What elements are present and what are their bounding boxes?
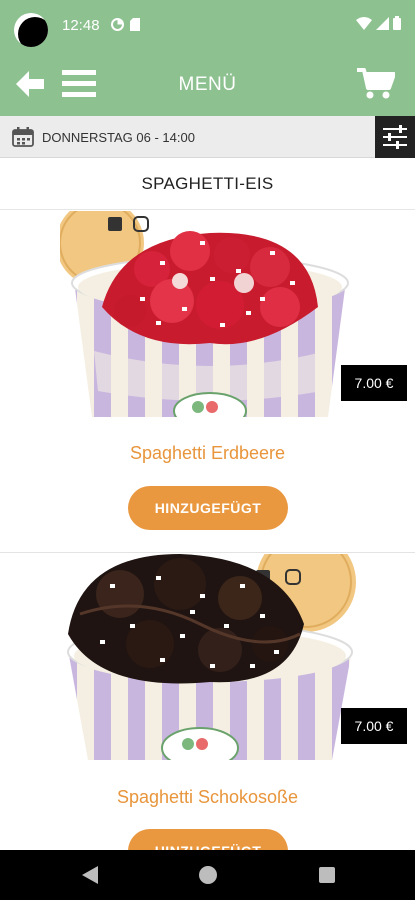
category-title: SPAGHETTI-EIS (0, 158, 415, 210)
product-card: 7.00 € Spaghetti Erdbeere HINZUGEFÜGT (0, 211, 415, 553)
data-saver-icon (111, 18, 124, 31)
shopping-cart-icon (357, 68, 396, 99)
battery-icon (393, 16, 401, 30)
ice-cream-cup-image (60, 211, 349, 417)
added-to-cart-button[interactable]: HINZUGEFÜGT (128, 486, 288, 530)
status-notification-icons (111, 18, 140, 31)
calendar-icon (12, 127, 34, 147)
app-bar: MENÜ (0, 50, 415, 116)
status-time: 12:48 (62, 17, 100, 34)
price-badge: 7.00 € (341, 365, 407, 401)
sd-card-icon (130, 18, 140, 31)
product-card: 7.00 € Spaghetti Schokosoße HINZUGEFÜGT (0, 554, 415, 850)
nav-back-icon[interactable] (82, 866, 98, 884)
page-title: MENÜ (178, 74, 237, 95)
cart-button[interactable] (357, 68, 396, 100)
status-bar: 12:48 (0, 0, 415, 50)
system-navigation-bar (0, 850, 415, 900)
product-name[interactable]: Spaghetti Schokosoße (0, 787, 415, 808)
filter-button[interactable] (375, 116, 415, 158)
product-image[interactable] (60, 554, 360, 760)
ice-cream-cup-image (67, 554, 356, 760)
added-to-cart-button[interactable]: HINZUGEFÜGT (128, 829, 288, 850)
status-avatar-icon (14, 13, 48, 47)
signal-icon (376, 16, 389, 30)
product-name[interactable]: Spaghetti Erdbeere (0, 443, 415, 464)
divider (0, 552, 415, 553)
price-badge: 7.00 € (341, 708, 407, 744)
wifi-icon (356, 16, 372, 30)
product-image[interactable] (60, 211, 360, 417)
pickup-date-bar[interactable]: DONNERSTAG 06 - 14:00 (0, 116, 415, 158)
sliders-icon (383, 125, 407, 149)
pickup-date-text: DONNERSTAG 06 - 14:00 (42, 130, 195, 145)
nav-home-icon[interactable] (199, 866, 217, 884)
nav-recent-apps-icon[interactable] (319, 867, 335, 883)
status-system-icons (356, 16, 401, 30)
